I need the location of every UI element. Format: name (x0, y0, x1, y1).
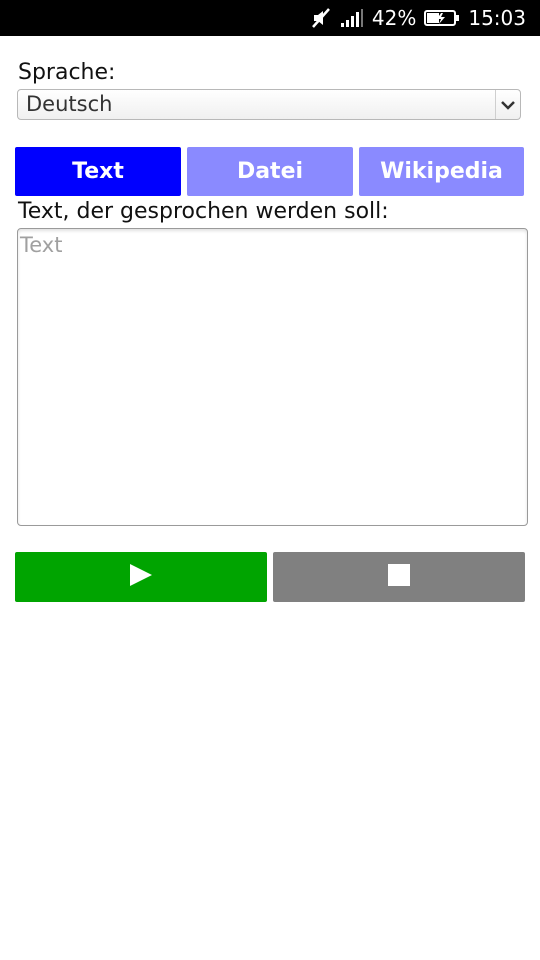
chevron-down-icon[interactable] (495, 90, 520, 119)
text-input[interactable] (17, 228, 528, 526)
stop-icon (387, 563, 411, 591)
clock: 15:03 (468, 6, 526, 30)
language-label: Sprache: (18, 60, 116, 85)
stop-button[interactable] (273, 552, 525, 602)
mute-icon (310, 7, 332, 29)
tab-text[interactable]: Text (15, 147, 181, 196)
play-button[interactable] (15, 552, 267, 602)
tab-wikipedia[interactable]: Wikipedia (359, 147, 524, 196)
signal-icon (340, 8, 364, 28)
tab-datei[interactable]: Datei (187, 147, 353, 196)
language-select[interactable]: Deutsch (17, 89, 521, 120)
text-input-label: Text, der gesprochen werden soll: (18, 199, 389, 224)
battery-charging-icon (424, 10, 460, 26)
play-icon (128, 563, 154, 591)
battery-percent: 42% (371, 6, 417, 30)
status-icons: 42% 15:03 (310, 0, 526, 36)
status-bar: 42% 15:03 (0, 0, 540, 36)
language-select-value: Deutsch (26, 92, 113, 116)
